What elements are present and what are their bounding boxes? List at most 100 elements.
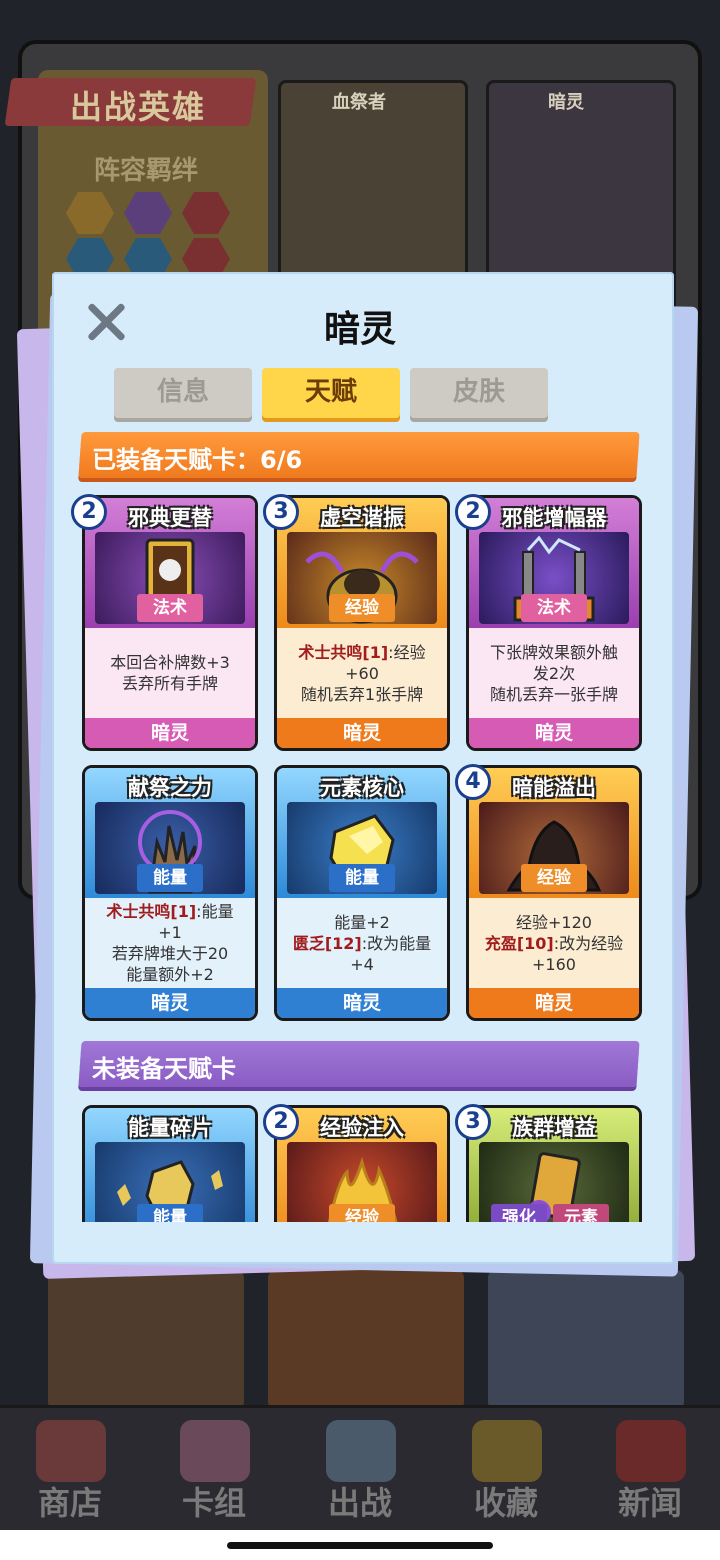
desc-line: 随机丢弃1张手牌 xyxy=(300,684,424,704)
desc-text: :改为能量 xyxy=(361,933,432,953)
card-type-tag: 经验 xyxy=(329,1204,395,1222)
nav-label: 出战 xyxy=(327,1484,392,1522)
keyword: 术士共鸣[1] xyxy=(106,902,197,921)
nav-deck[interactable]: 卡组 xyxy=(154,1420,274,1530)
desc-line: +1 xyxy=(158,923,182,942)
card-description: 下张牌效果额外触 发2次 随机丢弃一张手牌 xyxy=(477,630,631,716)
card-description: 本回合补牌数+3 丢弃所有手牌 xyxy=(93,630,247,716)
card-name: 献祭之力 xyxy=(128,776,212,800)
desc-text: :改为经验 xyxy=(553,933,624,953)
card-cost: 2 xyxy=(71,494,107,530)
desc-text: :能量 xyxy=(196,902,234,921)
desc-line: 术士共鸣[1]:能量 xyxy=(93,901,247,922)
card-cost: 3 xyxy=(263,494,299,530)
card-hero-label: 暗灵 xyxy=(277,718,447,748)
card-name: 虚空谐振 xyxy=(320,506,404,530)
tab-info[interactable]: 信息 xyxy=(114,368,252,418)
unequipped-header: 未装备天赋卡 xyxy=(92,1055,236,1083)
card-name: 族群增益 xyxy=(512,1116,596,1140)
collection-icon xyxy=(472,1420,542,1482)
desc-line: 经验+120 xyxy=(516,912,592,932)
card-type-tag: 能量 xyxy=(329,864,395,892)
card-type-tag: 元素 xyxy=(553,1204,609,1222)
tab-talent[interactable]: 天赋 xyxy=(262,368,400,418)
game-screen: 出战英雄 阵容羁绊 血祭者 暗灵 商店 卡组 出战 收藏 新闻 暗灵 信息 天赋… xyxy=(0,0,720,1560)
card-description: 术士共鸣[1]:能量 +1 若弃牌堆大于20 能量额外+2 xyxy=(93,900,247,986)
card-cost: 4 xyxy=(455,764,491,800)
nav-battle[interactable]: 出战 xyxy=(300,1420,420,1530)
equipped-header: 已装备天赋卡：6/6 xyxy=(92,446,303,474)
nav-label: 卡组 xyxy=(181,1484,246,1522)
close-icon[interactable] xyxy=(84,300,128,344)
talent-card-list[interactable]: 邪典更替 2 法术 本回合补牌数+3 丢弃所有手牌 暗灵 虚空谐振 3 经验 术… xyxy=(60,490,664,1222)
battle-icon xyxy=(326,1420,396,1482)
card-name: 元素核心 xyxy=(320,776,404,800)
card-cost: 2 xyxy=(263,1104,299,1140)
desc-line: 术士共鸣[1]:经验 xyxy=(285,642,439,663)
card-name: 能量碎片 xyxy=(128,1116,212,1140)
news-icon xyxy=(616,1420,686,1482)
card-type-tag: 经验 xyxy=(521,864,587,892)
card-type-tag: 强化 xyxy=(491,1204,547,1222)
card-hero-label: 暗灵 xyxy=(277,988,447,1018)
card-hero-label: 暗灵 xyxy=(85,988,255,1018)
hero-slot-name: 血祭者 xyxy=(332,92,386,113)
desc-line: 若弃牌堆大于20 xyxy=(111,944,229,963)
hero-slot-name: 暗灵 xyxy=(548,92,584,113)
card-hero-label: 暗灵 xyxy=(85,718,255,748)
talent-card[interactable]: 邪能增幅器 2 法术 下张牌效果额外触 发2次 随机丢弃一张手牌 暗灵 xyxy=(455,494,642,751)
bond-label: 阵容羁绊 xyxy=(94,156,199,186)
talent-card[interactable]: 能量碎片 能量 xyxy=(82,1105,258,1222)
desc-line: 随机丢弃一张手牌 xyxy=(489,684,618,704)
desc-text: :经验 xyxy=(388,642,426,662)
talent-card[interactable]: 邪典更替 2 法术 本回合补牌数+3 丢弃所有手牌 暗灵 xyxy=(71,494,258,751)
desc-line: 匮乏[12]:改为能量 xyxy=(285,933,439,954)
card-name: 邪典更替 xyxy=(128,506,212,530)
talent-card[interactable]: 族群增益 3 强化 元素 xyxy=(455,1104,642,1222)
card-name: 经验注入 xyxy=(320,1116,404,1140)
home-indicator[interactable] xyxy=(227,1542,493,1549)
desc-line: +60 xyxy=(345,663,379,683)
talent-card[interactable]: 虚空谐振 3 经验 术士共鸣[1]:经验 +60 随机丢弃1张手牌 暗灵 xyxy=(263,494,450,751)
desc-line: 下张牌效果额外触 xyxy=(489,642,618,662)
nav-shop[interactable]: 商店 xyxy=(10,1420,130,1530)
talent-card[interactable]: 暗能溢出 4 经验 经验+120 充盈[10]:改为经验 +160 暗灵 xyxy=(455,764,642,1021)
keyword: 术士共鸣[1] xyxy=(298,642,389,662)
desc-line: 能量额外+2 xyxy=(126,965,214,984)
desc-line: +4 xyxy=(350,954,374,974)
card-type-tag: 能量 xyxy=(137,1204,203,1222)
desc-line: 本回合补牌数+3 xyxy=(110,653,230,672)
talent-card[interactable]: 献祭之力 能量 术士共鸣[1]:能量 +1 若弃牌堆大于20 能量额外+2 暗灵 xyxy=(82,765,258,1021)
card-cost: 2 xyxy=(455,494,491,530)
hero-card[interactable] xyxy=(48,1270,244,1410)
desc-line: 充盈[10]:改为经验 xyxy=(477,933,631,954)
card-type-tag: 能量 xyxy=(137,864,203,892)
card-type-tag: 法术 xyxy=(521,594,587,622)
card-description: 经验+120 充盈[10]:改为经验 +160 xyxy=(477,900,631,986)
card-type-tag: 法术 xyxy=(137,594,203,622)
keyword: 充盈[10] xyxy=(484,933,554,953)
shop-icon xyxy=(36,1420,106,1482)
talent-card[interactable]: 经验注入 2 经验 xyxy=(263,1104,450,1222)
deck-icon xyxy=(180,1420,250,1482)
nav-collection[interactable]: 收藏 xyxy=(446,1420,566,1530)
desc-line: 发2次 xyxy=(532,663,576,683)
card-hero-label: 暗灵 xyxy=(469,718,639,748)
banner-title: 出战英雄 xyxy=(70,88,207,126)
hero-card[interactable] xyxy=(268,1270,464,1410)
nav-news[interactable]: 新闻 xyxy=(590,1420,710,1530)
nav-label: 新闻 xyxy=(617,1484,682,1522)
card-name: 暗能溢出 xyxy=(512,776,596,800)
tab-skin[interactable]: 皮肤 xyxy=(410,368,548,418)
desc-line: 能量+2 xyxy=(334,912,390,932)
hero-card[interactable] xyxy=(488,1270,684,1410)
talent-card[interactable]: 元素核心 能量 能量+2 匮乏[12]:改为能量 +4 暗灵 xyxy=(274,765,450,1021)
nav-label: 商店 xyxy=(37,1484,102,1522)
card-description: 能量+2 匮乏[12]:改为能量 +4 xyxy=(285,900,439,986)
nav-label: 收藏 xyxy=(473,1484,538,1522)
dialog-title: 暗灵 xyxy=(323,309,396,350)
desc-line: 丢弃所有手牌 xyxy=(121,674,218,693)
keyword: 匮乏[12] xyxy=(292,933,362,953)
desc-line: +160 xyxy=(532,954,576,974)
card-cost: 3 xyxy=(455,1104,491,1140)
